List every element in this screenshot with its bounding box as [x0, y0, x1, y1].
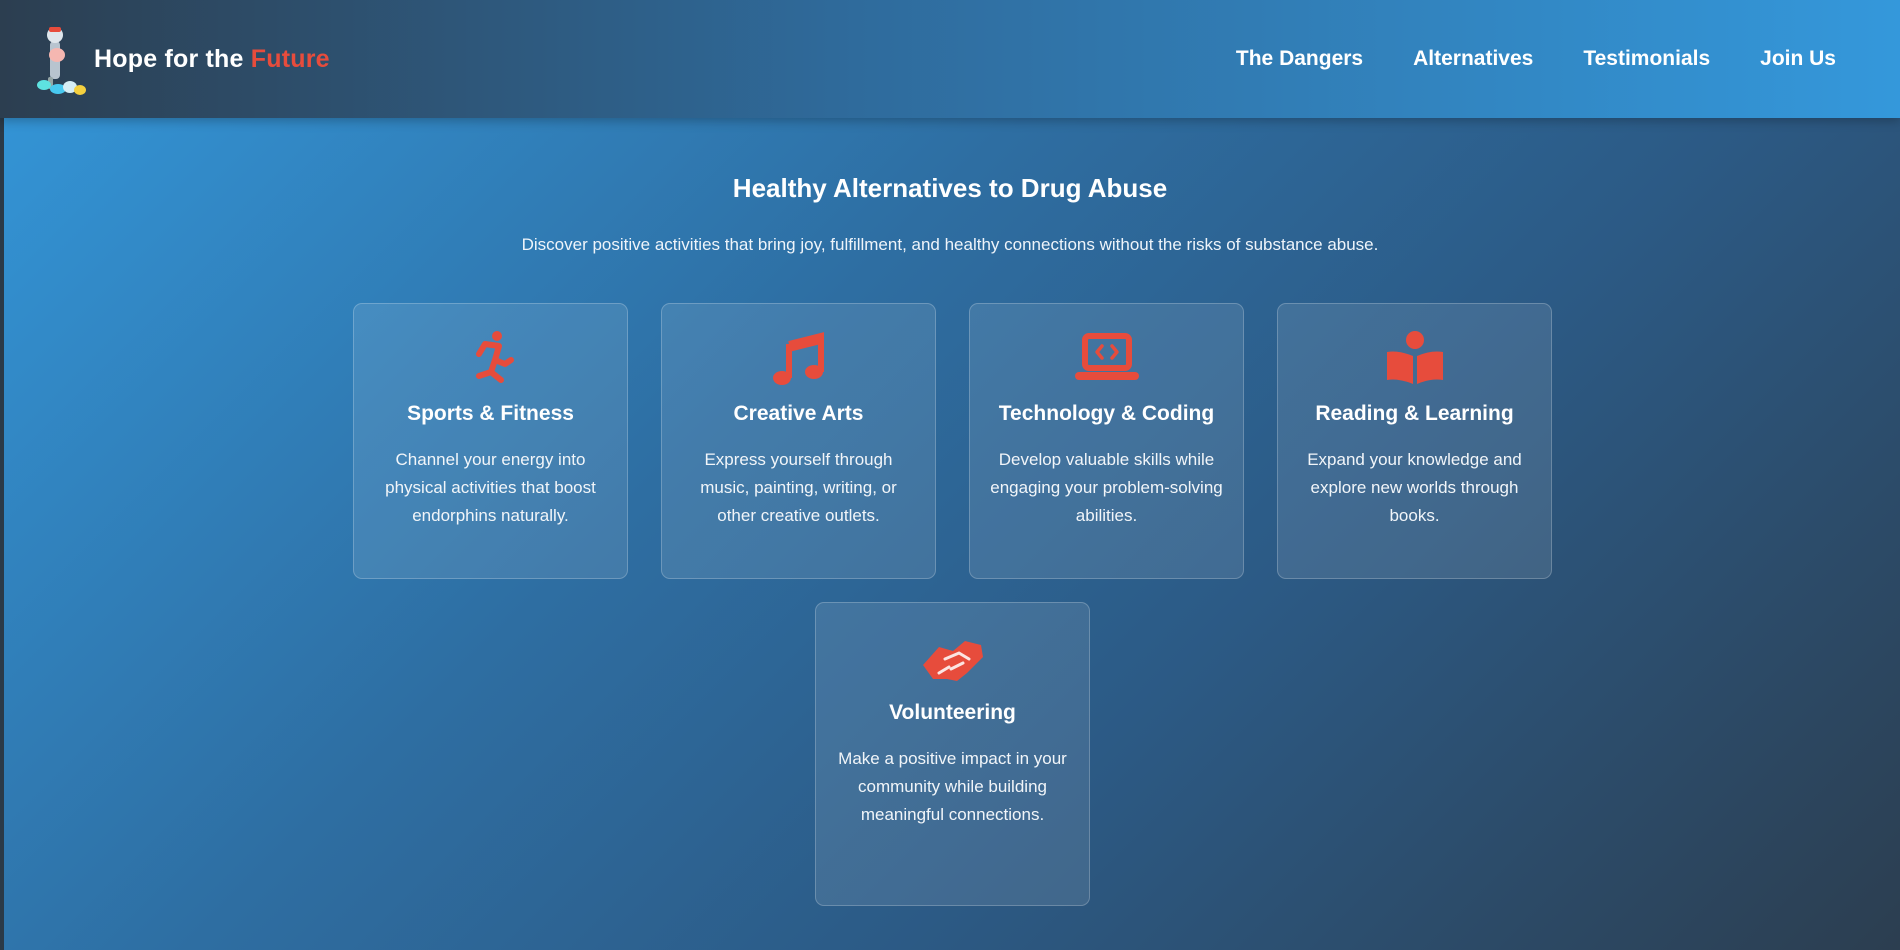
- book-reader-icon: [1296, 328, 1533, 388]
- card-description: Expand your knowledge and explore new wo…: [1307, 450, 1522, 525]
- card-technology-coding[interactable]: Technology & Coding Develop valuable ski…: [969, 303, 1244, 579]
- nav-link-testimonials[interactable]: Testimonials: [1583, 47, 1710, 71]
- logo-text: Hope for the Future: [94, 45, 330, 74]
- nav-link-alternatives[interactable]: Alternatives: [1413, 47, 1533, 71]
- alternatives-section: Healthy Alternatives to Drug Abuse Disco…: [0, 118, 1900, 950]
- main-nav: The Dangers Alternatives Testimonials Jo…: [1236, 47, 1836, 71]
- card-sports-fitness[interactable]: Sports & Fitness Channel your energy int…: [353, 303, 628, 579]
- card-volunteering[interactable]: Volunteering Make a positive impact in y…: [815, 602, 1090, 906]
- card-title: Volunteering: [889, 701, 1016, 724]
- card-title: Technology & Coding: [998, 402, 1215, 425]
- card-title: Sports & Fitness: [407, 402, 574, 425]
- card-title: Creative Arts: [733, 402, 864, 425]
- music-note-icon: [680, 328, 917, 388]
- laptop-code-icon: [988, 328, 1225, 388]
- card-creative-arts[interactable]: Creative Arts Express yourself through m…: [661, 303, 936, 579]
- card-description: Channel your energy into physical activi…: [385, 450, 596, 525]
- section-subtitle: Discover positive activities that bring …: [521, 235, 1379, 254]
- running-person-icon: [372, 328, 609, 388]
- card-title: Reading & Learning: [1315, 402, 1514, 425]
- card-reading-learning[interactable]: Reading & Learning Expand your knowledge…: [1277, 303, 1552, 579]
- card-description: Express yourself through music, painting…: [700, 450, 897, 525]
- site-header: Hope for the Future The Dangers Alternat…: [0, 0, 1900, 118]
- card-description: Develop valuable skills while engaging y…: [990, 450, 1223, 525]
- handshake-icon: [834, 627, 1071, 687]
- logo-text-main: Hope for the: [94, 44, 251, 73]
- card-description: Make a positive impact in your community…: [838, 749, 1067, 824]
- nav-link-join-us[interactable]: Join Us: [1760, 47, 1836, 71]
- section-title: Healthy Alternatives to Drug Abuse: [732, 173, 1168, 203]
- logo-text-accent: Future: [250, 44, 330, 73]
- site-logo[interactable]: Hope for the Future: [34, 19, 330, 100]
- nav-link-dangers[interactable]: The Dangers: [1236, 47, 1363, 71]
- logo-figure-icon: [34, 19, 90, 100]
